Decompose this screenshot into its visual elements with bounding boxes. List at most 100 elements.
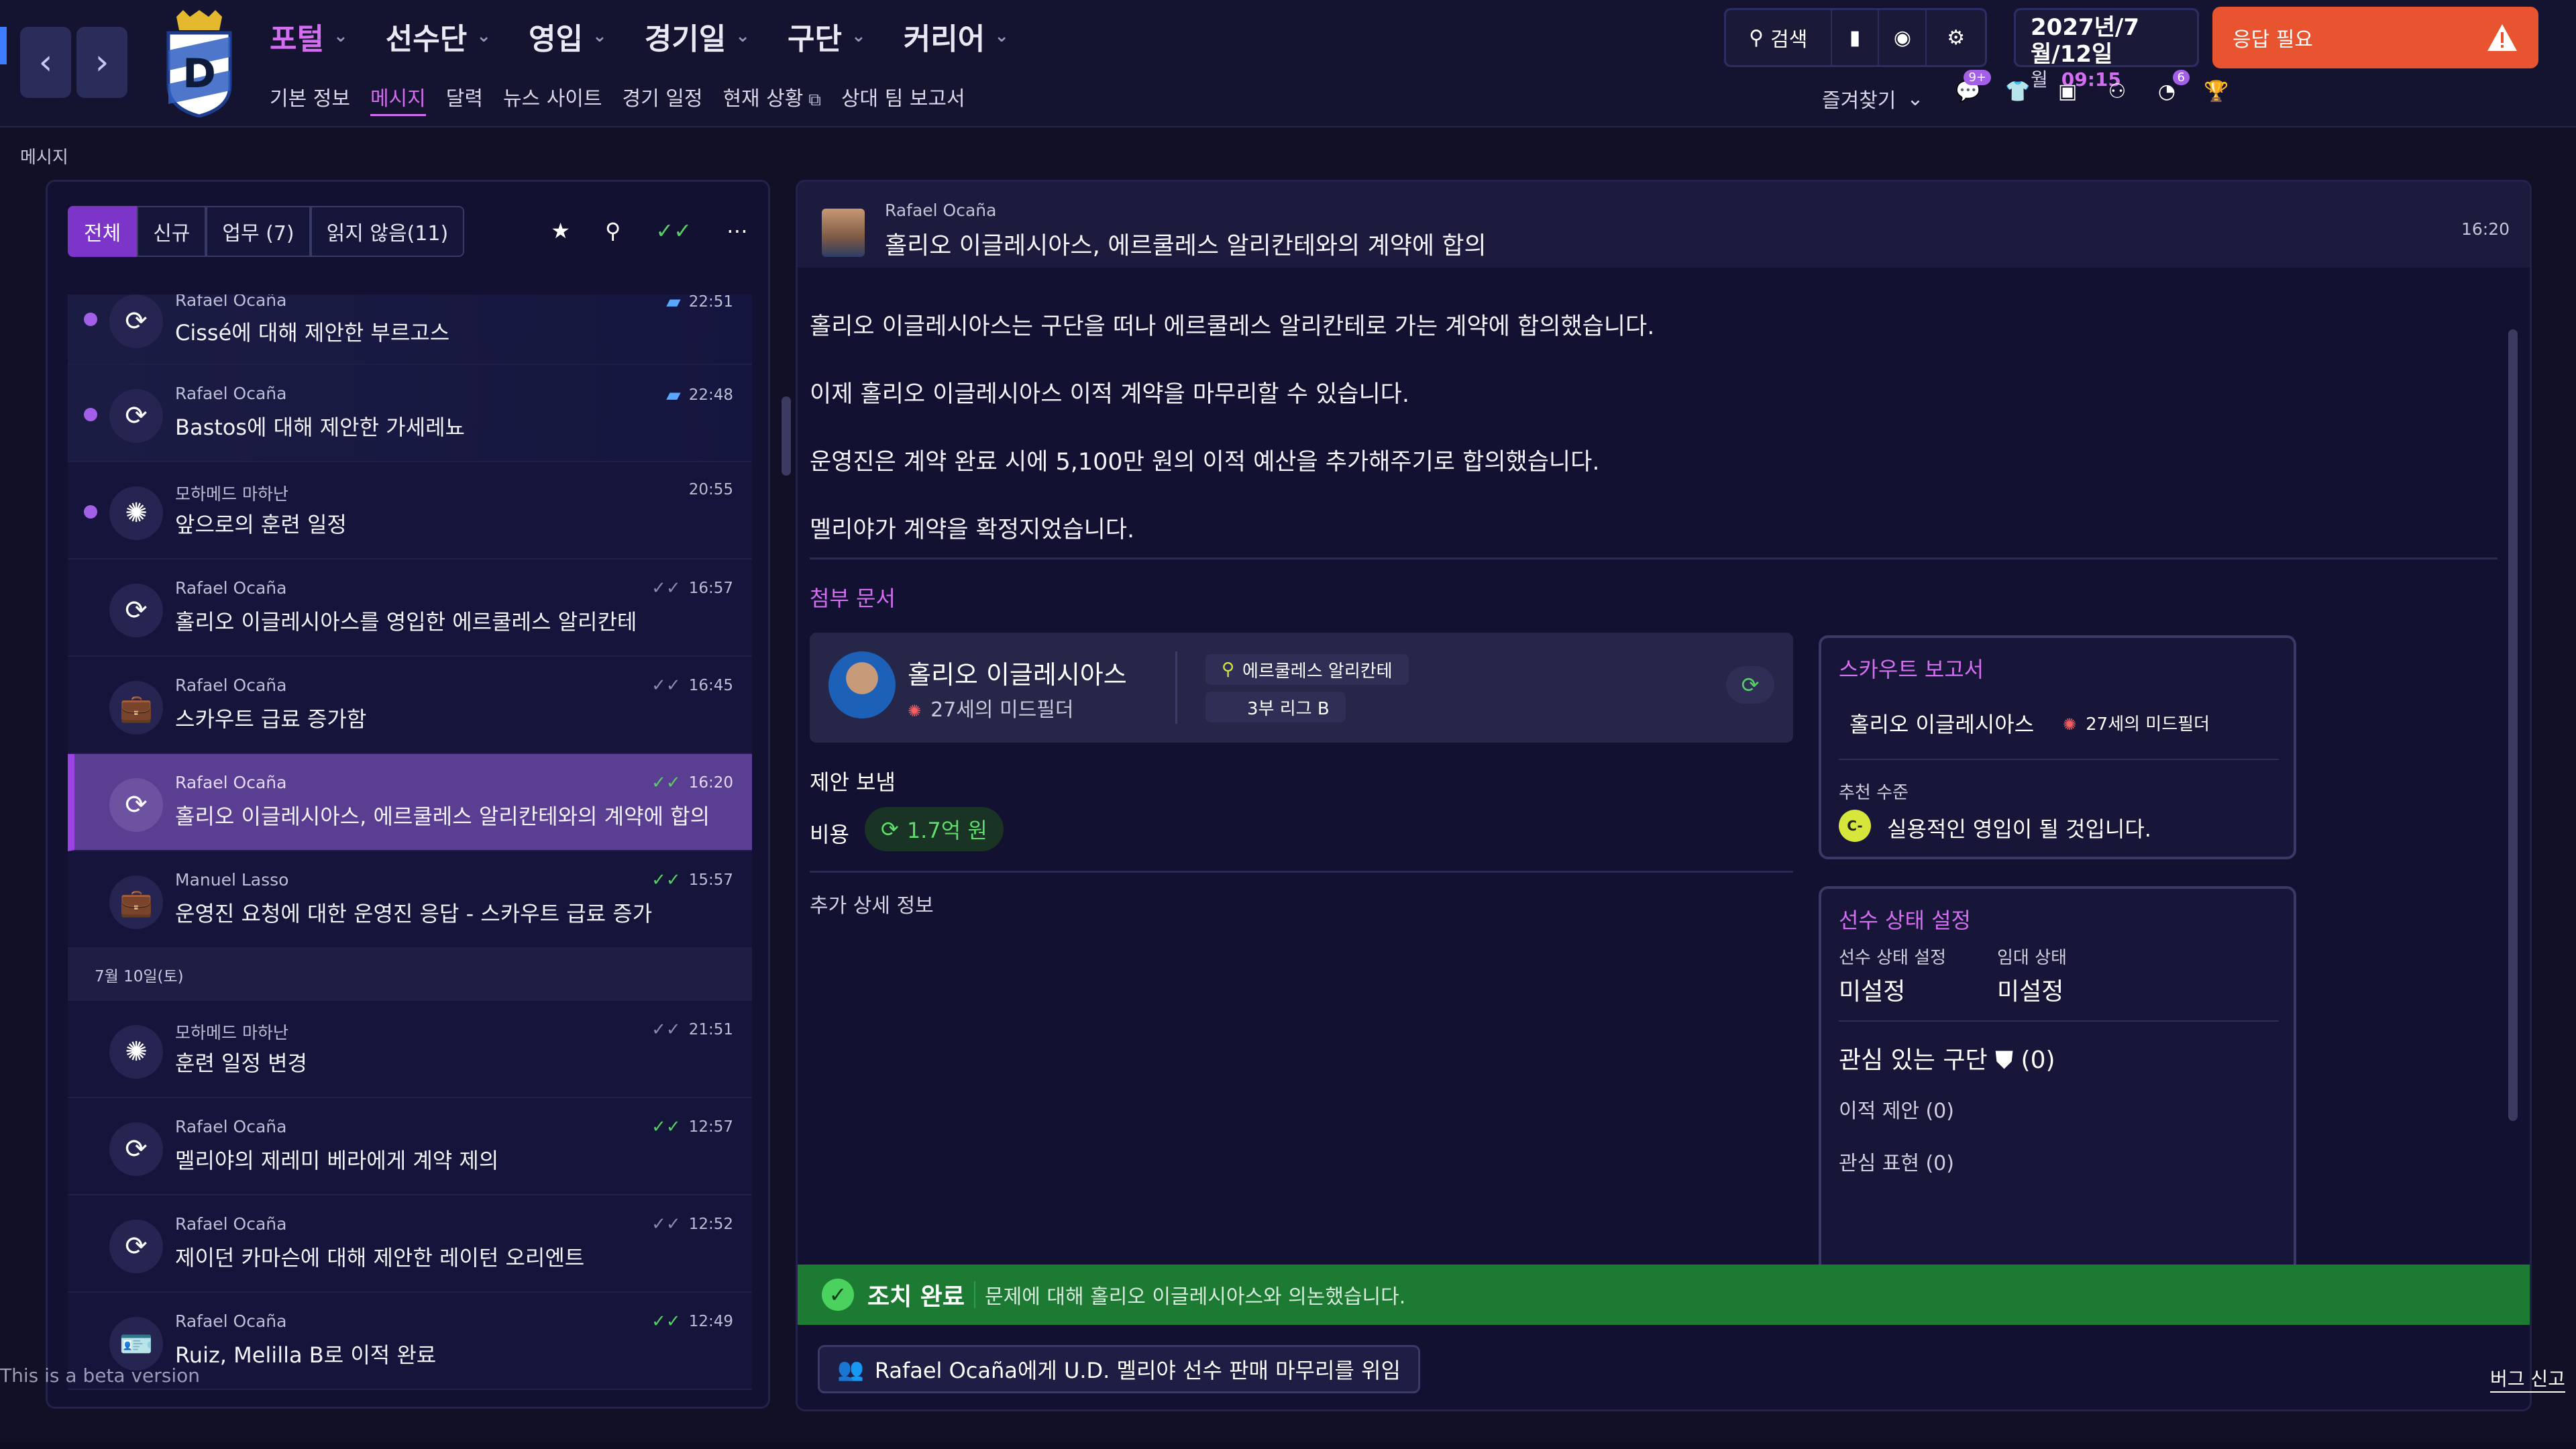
message-time: 22:51	[688, 294, 733, 311]
pin-icon: ⚲	[1222, 659, 1235, 680]
position-icon: ✺	[908, 702, 922, 720]
filter-tasks[interactable]: 업무 (7)	[206, 206, 311, 257]
message-scrollbar[interactable]	[2508, 329, 2518, 1121]
submenu-current-status[interactable]: 현재 상황 ⧉	[722, 82, 821, 116]
player-card[interactable]: 홀리오 이글레시아스 ✺ 27세의 미드필더 ⚲ 에르쿨레스 알리칸테 3부 리그 …	[810, 633, 1793, 743]
list-item[interactable]: ⟳ Rafael Ocaña 제이던 카마슨에 대해 제안한 레이턴 오리엔트 …	[68, 1195, 752, 1293]
shirt-icon[interactable]: 👕	[2005, 79, 2030, 103]
response-required-button[interactable]: 응답 필요	[2212, 7, 2538, 68]
briefcase-icon: 💼	[109, 681, 163, 735]
league-name: 3부 리그 B	[1247, 698, 1330, 719]
training-icon[interactable]: ⚇	[2105, 79, 2129, 103]
chat-bubble-icon: ▰	[666, 294, 681, 313]
divider	[1839, 1020, 2279, 1022]
menu-transfers[interactable]: 영입 ⌄	[529, 15, 607, 58]
scout-report-card[interactable]: 스카우트 보고서 홀리오 이글레시아스 ✺ 27세의 미드필더 추천 수준 C- …	[1819, 635, 2296, 859]
message-header: Rafael Ocaña 홀리오 이글레시아스, 에르쿨레스 알리칸테와의 계약…	[798, 182, 2530, 268]
menu-career[interactable]: 커리어 ⌄	[904, 15, 1009, 58]
list-item[interactable]: 💼 Manuel Lasso 운영진 요청에 대한 운영진 응답 - 스카우트 …	[68, 851, 752, 949]
submenu-calendar[interactable]: 달력	[446, 82, 483, 116]
menu-squad[interactable]: 선수단 ⌄	[386, 15, 491, 58]
search-icon: ⚲	[1749, 25, 1764, 50]
player-name: 홀리오 이글레시아스	[1849, 712, 2035, 737]
menu-portal[interactable]: 포털 ⌄	[270, 15, 348, 58]
globe-icon: ◉	[1893, 25, 1911, 50]
message-subject: Ruiz, Melilla B로 이적 완료	[175, 1342, 437, 1368]
divider	[974, 1281, 976, 1308]
message-sender: Manuel Lasso	[175, 870, 289, 890]
submenu-messages[interactable]: 메시지	[370, 82, 426, 116]
list-item[interactable]: ⟳ Rafael Ocaña Bastos에 대해 제안한 가세레뇨 ▰ 22:4…	[68, 365, 752, 462]
star-icon[interactable]: ★	[551, 218, 570, 244]
message-sender: Rafael Ocaña	[175, 1214, 287, 1234]
message-body: 홀리오 이글레시아스는 구단을 떠나 에르쿨레스 알리칸테로 가는 계약에 합의…	[810, 293, 1654, 564]
message-subject: 운영진 요청에 대한 운영진 응답 - 스카우트 급료 증가	[175, 901, 653, 926]
body-paragraph: 홀리오 이글레시아스는 구단을 떠나 에르쿨레스 알리칸테로 가는 계약에 합의…	[810, 313, 1655, 340]
status-value[interactable]: 미설정	[1839, 972, 1905, 1007]
fee-value: ⟳ 1.7억 원	[865, 807, 1004, 851]
filter-unread[interactable]: 읽지 않음(11)	[310, 206, 465, 257]
message-time: 16:20	[2461, 219, 2510, 239]
loan-status-label: 임대 상태	[1997, 948, 2067, 968]
menu-club[interactable]: 구단 ⌄	[788, 15, 866, 58]
list-item-selected[interactable]: ⟳ Rafael Ocaña 홀리오 이글레시아스, 에르쿨레스 알리칸테와의 …	[68, 754, 752, 851]
player-age-position: 27세의 미드필더	[930, 698, 1074, 722]
transfer-icon: ⟳	[109, 294, 163, 348]
gear-icon: ⚙	[1947, 25, 1966, 50]
search-button[interactable]: ⚲ 검색	[1726, 10, 1832, 65]
delegate-button[interactable]: 👥 Rafael Ocaña에게 U.D. 멜리야 선수 판매 마무리를 위임	[818, 1345, 1420, 1393]
club-chip[interactable]: ⚲ 에르쿨레스 알리칸테	[1205, 654, 1409, 685]
trophy-icon[interactable]: 🏆	[2204, 79, 2229, 103]
message-sender[interactable]: Rafael Ocaña	[885, 201, 996, 220]
bookmark-button[interactable]: ▮	[1832, 10, 1880, 65]
done-check-icon: ✓✓	[651, 1311, 681, 1332]
bookmarks-dropdown[interactable]: 즐겨찾기 ⌄	[1822, 84, 1924, 113]
main-menu: 포털 ⌄ 선수단 ⌄ 영입 ⌄ 경기일 ⌄ 구단 ⌄ 커리어 ⌄	[270, 15, 1009, 58]
menu-matchday[interactable]: 경기일 ⌄	[645, 15, 750, 58]
submenu-overview[interactable]: 기본 정보	[270, 82, 350, 116]
warning-icon	[2487, 24, 2517, 51]
chat-icon[interactable]: 💬 9+	[1955, 70, 1991, 103]
back-button[interactable]: ‹	[20, 27, 71, 98]
bug-report-link[interactable]: 버그 신고	[2490, 1364, 2565, 1393]
transfer-icon: ⟳	[881, 816, 899, 842]
filter-all[interactable]: 전체	[68, 206, 138, 257]
scouting-icon[interactable]: ◔ 6	[2155, 70, 2190, 103]
search-icon[interactable]: ⚲	[605, 218, 621, 244]
transfer-icon: ⟳	[109, 778, 163, 832]
submenu-news[interactable]: 뉴스 사이트	[503, 82, 602, 116]
league-chip[interactable]: 3부 리그 B	[1205, 692, 1346, 722]
id-card-icon: 🪪	[109, 1317, 163, 1371]
message-time: 20:55	[688, 481, 733, 498]
list-item[interactable]: ⟳ Rafael Ocaña 멜리야의 제레미 베라에게 계약 제의 ✓✓ 12:…	[68, 1098, 752, 1195]
more-icon[interactable]: ⋯	[727, 218, 748, 244]
list-item[interactable]: ✺ 모하메드 마하난 앞으로의 훈련 일정 20:55	[68, 462, 752, 559]
list-item[interactable]: ⟳ Rafael Ocaña Cissé에 대해 제안한 부르고스 ▰ 22:51	[68, 294, 752, 365]
loan-status-value[interactable]: 미설정	[1997, 972, 2063, 1007]
tactics-board-icon[interactable]: ▣	[2055, 79, 2080, 103]
submenu-fixtures[interactable]: 경기 일정	[623, 82, 703, 116]
date-text: 2027년/7월/12일	[2031, 14, 2139, 68]
extra-info-link[interactable]: 추가 상세 정보	[810, 889, 934, 918]
bottom-border	[0, 1442, 2576, 1449]
forward-button[interactable]: ›	[76, 27, 127, 98]
club-crest-logo[interactable]: D	[163, 10, 235, 117]
message-sender: Rafael Ocaña	[175, 1311, 287, 1331]
submenu-opponent-report[interactable]: 상대 팀 보고서	[841, 82, 965, 116]
done-check-icon: ✓✓	[651, 773, 681, 793]
interested-clubs-count: (0)	[2021, 1046, 2055, 1074]
action-complete-bar: ✓ 조치 완료 문제에 대해 홀리오 이글레시아스와 의논했습니다.	[798, 1265, 2530, 1325]
list-item[interactable]: ⟳ Rafael Ocaña 홀리오 이글레시아스를 영입한 에르쿨레스 알리칸…	[68, 559, 752, 657]
transfer-icon[interactable]: ⟳	[1726, 666, 1774, 704]
fm-button[interactable]: ◉	[1879, 10, 1927, 65]
filter-new[interactable]: 신규	[137, 206, 207, 257]
inbox-scrollbar[interactable]	[782, 396, 791, 476]
settings-button[interactable]: ⚙	[1927, 10, 1985, 65]
unread-dot	[84, 313, 97, 326]
list-item[interactable]: ✺ 모하메드 마하난 훈련 일정 변경 ✓✓ 21:51	[68, 1001, 752, 1098]
mark-read-icon[interactable]: ✓✓	[655, 218, 692, 244]
list-item[interactable]: 💼 Rafael Ocaña 스카우트 급료 증가함 ✓✓ 16:45	[68, 657, 752, 754]
game-date[interactable]: 2027년/7월/12일 월 09:15	[2014, 8, 2199, 91]
player-name[interactable]: 홀리오 이글레시아스	[908, 654, 1127, 691]
sender-avatar[interactable]	[822, 209, 865, 257]
